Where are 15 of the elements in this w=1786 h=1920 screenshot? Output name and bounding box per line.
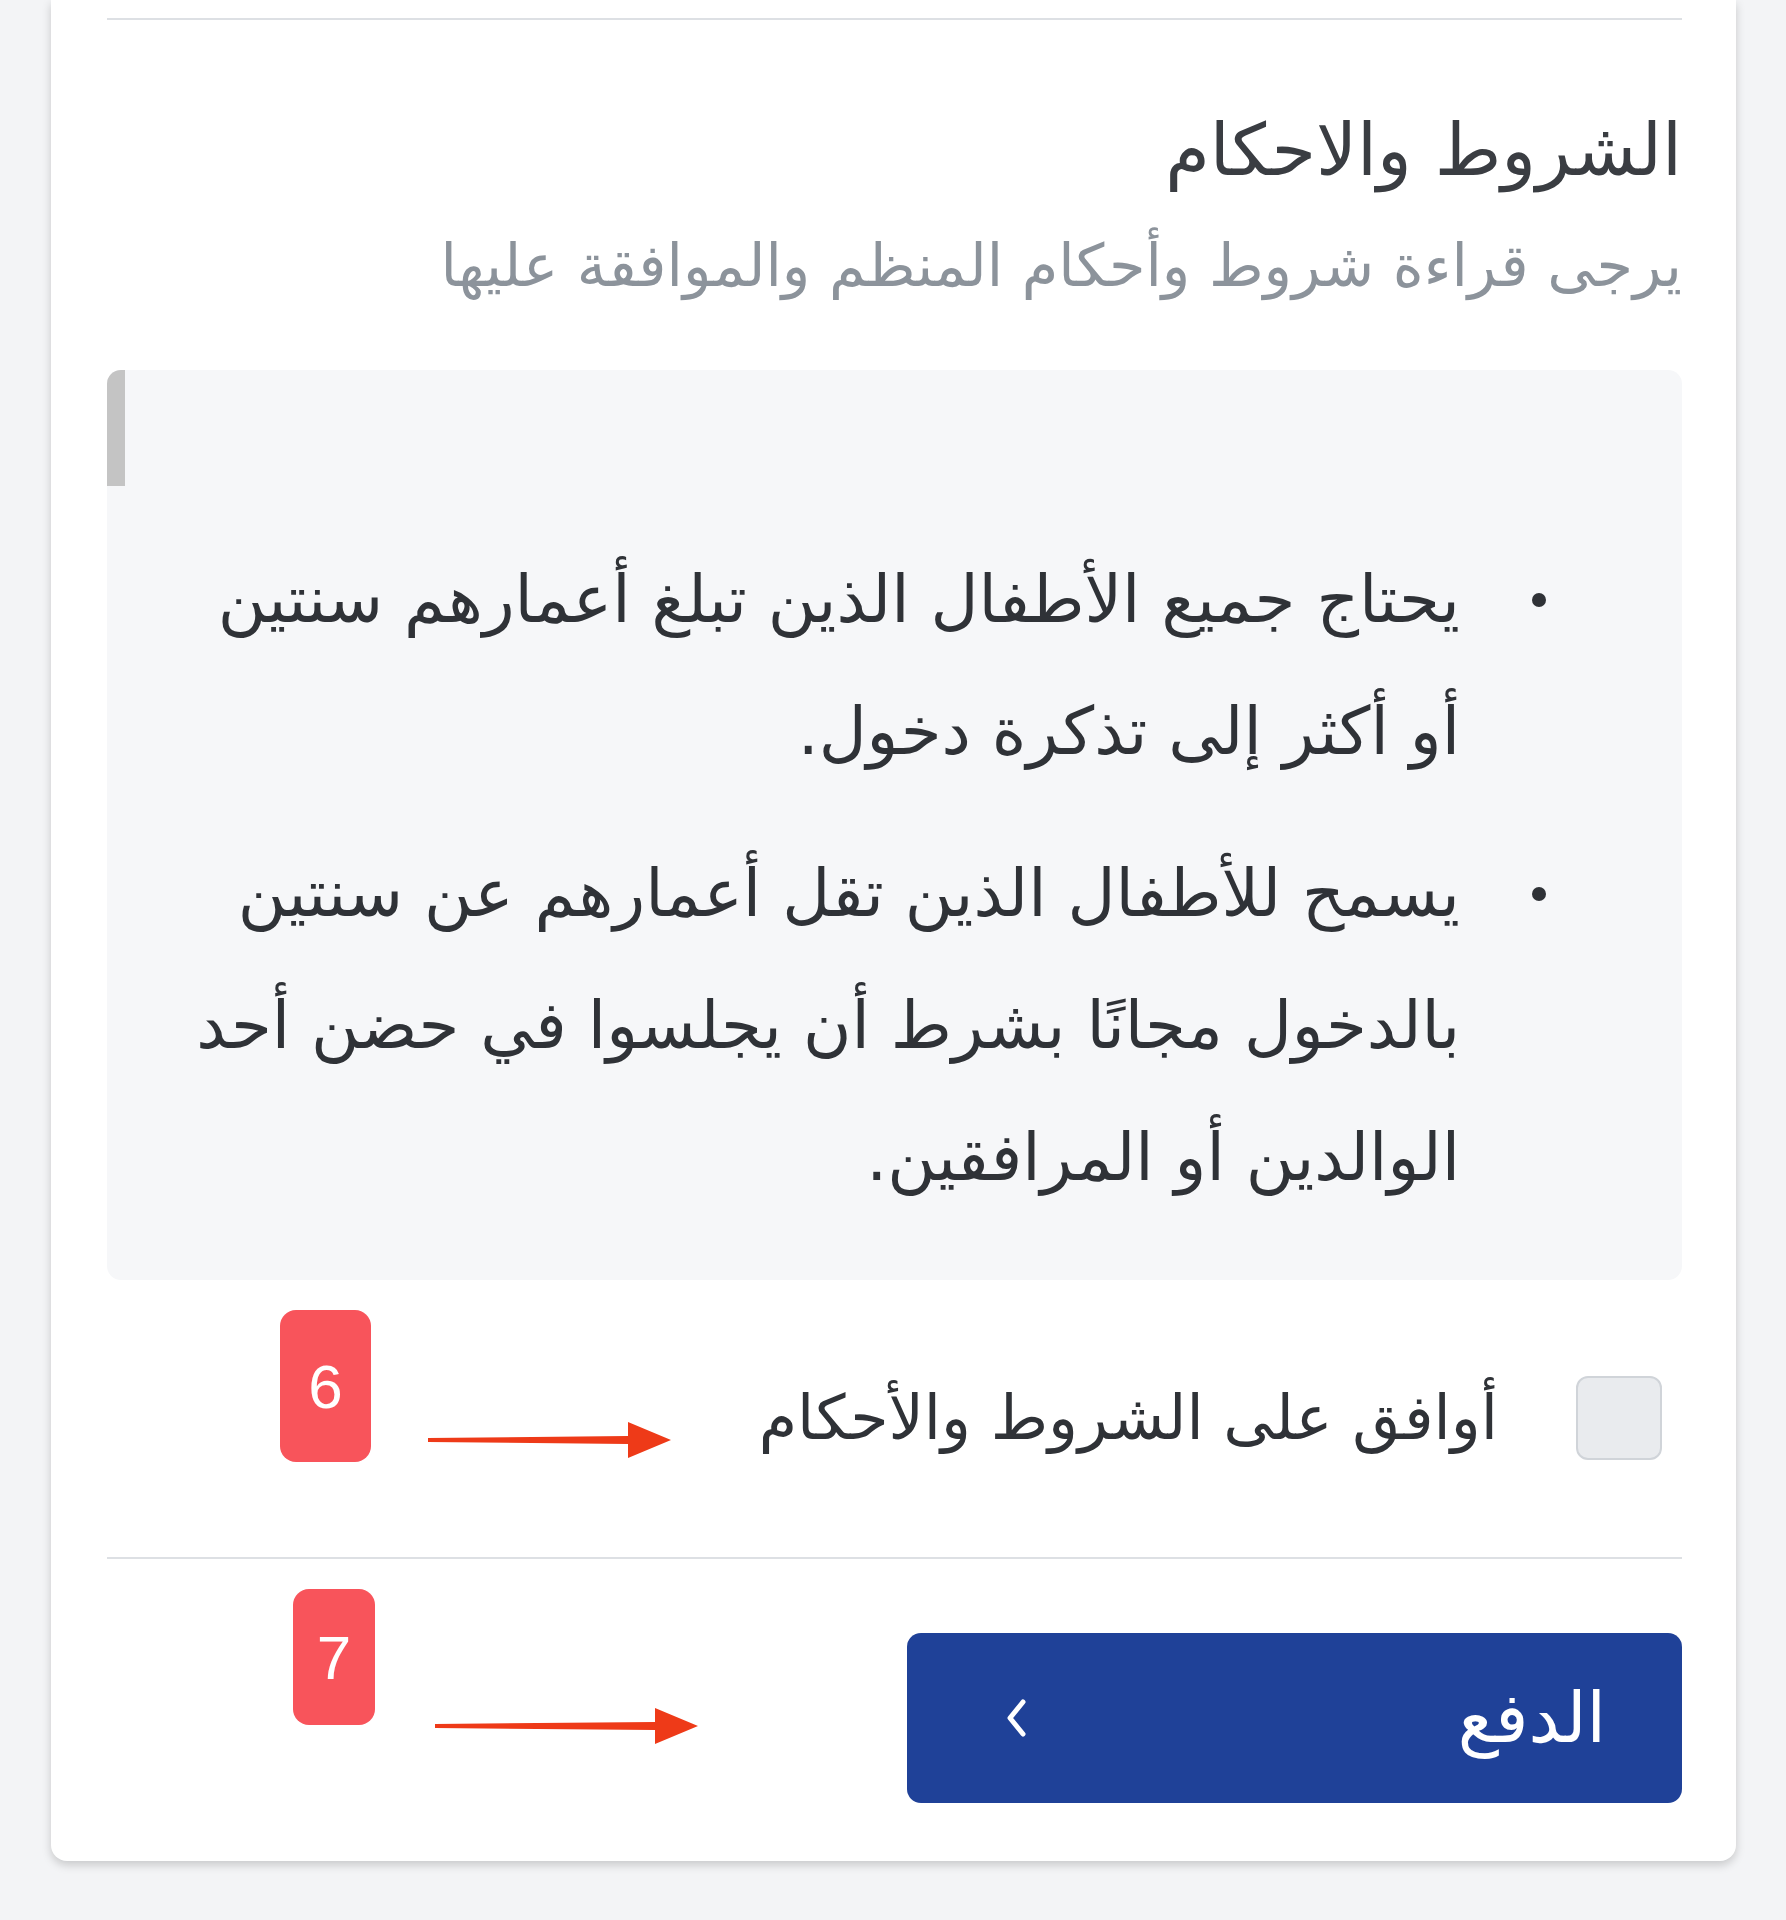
bullet-icon [1532,593,1546,607]
scrollbar-thumb[interactable] [107,370,125,486]
section-subtitle: يرجى قراءة شروط وأحكام المنظم والموافقة عليها [107,221,1682,311]
agree-label: أوافق على الشروط والأحكام [758,1376,1498,1460]
step-number-badge: 7 [293,1589,375,1725]
bullet-icon [1532,887,1546,901]
step-number-badge: 6 [280,1310,371,1462]
agree-checkbox[interactable] [1576,1376,1662,1460]
pointer-arrow-icon [428,1420,671,1460]
pay-button[interactable]: الدفع [907,1633,1682,1803]
terms-item-text: يحتاج جميع الأطفال الذين تبلغ أعمارهم سنتين أو أكثر إلى تذكرة دخول. [177,534,1460,798]
terms-item-text: يسمح للأطفال الذين تقل أعمارهم عن سنتين بالدخول مجانًا بشرط أن يجلسوا في حضن أحد الوالدين أو المرافقين. [177,828,1460,1224]
pointer-arrow-icon [435,1706,698,1746]
chevron-left-icon [1005,1698,1027,1738]
section-title: الشروط والاحكام [1164,107,1682,195]
